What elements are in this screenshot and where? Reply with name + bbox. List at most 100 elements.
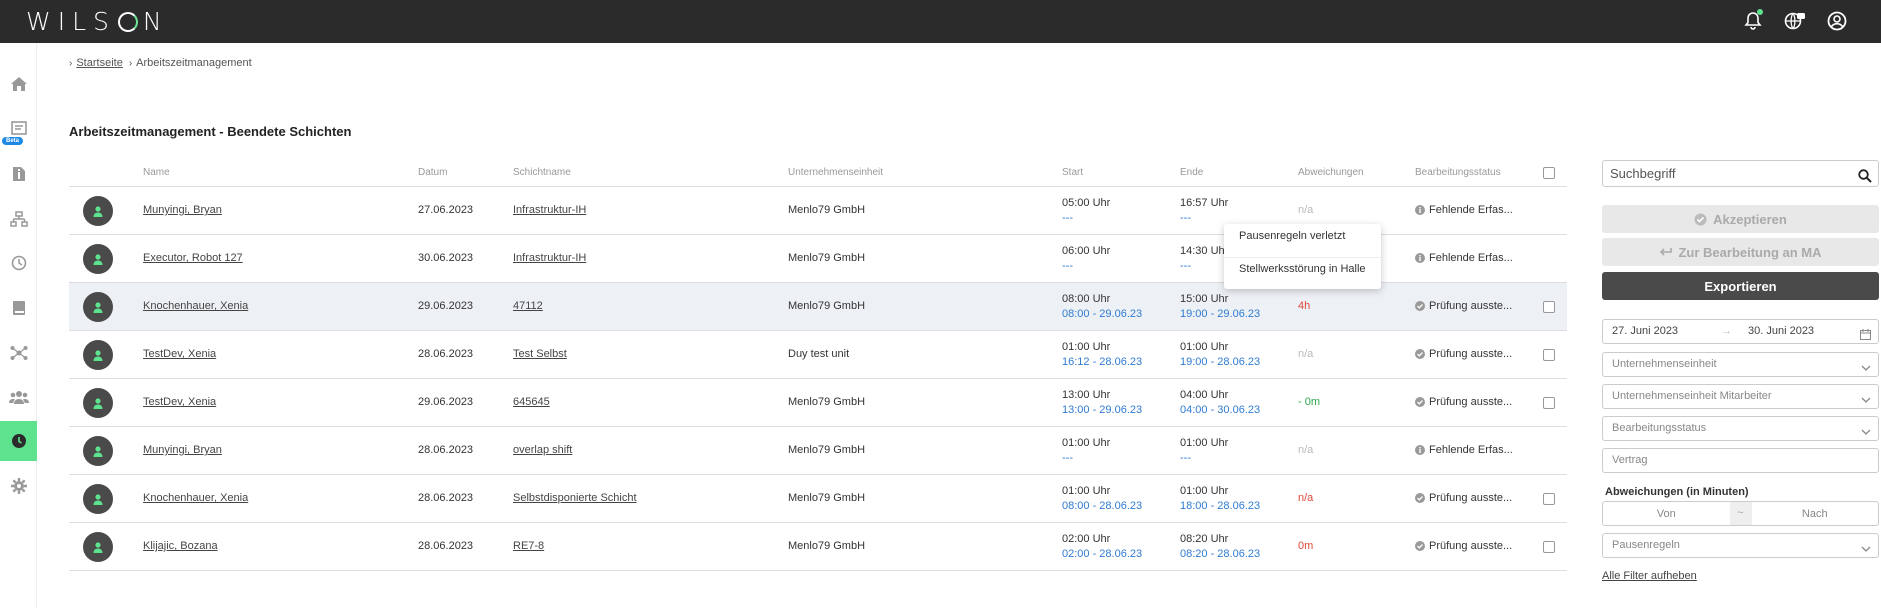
von-input[interactable]: Von (1603, 508, 1730, 520)
company-unit: Duy test unit (788, 348, 850, 360)
shift-date: 28.06.2023 (418, 540, 474, 552)
employee-name-link[interactable]: TestDev, Xenia (143, 396, 216, 408)
user-icon (93, 205, 103, 217)
avatar (83, 436, 113, 466)
nach-input[interactable]: Nach (1752, 508, 1879, 520)
processing-status: Prüfung ausste... (1415, 300, 1512, 312)
shift-name-link[interactable]: Selbstdisponierte Schicht (513, 492, 637, 504)
export-button[interactable]: Exportieren (1602, 272, 1879, 300)
row-checkbox[interactable] (1543, 397, 1555, 409)
wilson-logo[interactable]: WILS N (26, 7, 169, 36)
popup-item-pausenregeln[interactable]: Pausenregeln verletzt (1239, 230, 1345, 242)
deviation-value[interactable]: n/a (1298, 492, 1313, 504)
settings-icon[interactable] (0, 466, 37, 506)
vertrag-input[interactable]: Vertrag (1602, 448, 1879, 473)
shift-name-link[interactable]: 645645 (513, 396, 550, 408)
employee-name-link[interactable]: Munyingi, Bryan (143, 204, 222, 216)
shift-name-link[interactable]: Infrastruktur-IH (513, 204, 586, 216)
top-bar: WILS N (0, 0, 1881, 43)
users-icon[interactable] (0, 377, 37, 417)
clock-icon[interactable] (0, 243, 37, 283)
select-all-checkbox[interactable] (1543, 167, 1555, 179)
date-to[interactable]: 30. Juni 2023 (1748, 320, 1814, 343)
col-name[interactable]: Name (143, 167, 170, 178)
table-row[interactable]: Knochenhauer, Xenia 29.06.2023 47112 Menlo7… (69, 283, 1567, 331)
date-from[interactable]: 27. Juni 2023 (1612, 325, 1678, 337)
row-checkbox[interactable] (1543, 493, 1555, 505)
employee-name-link[interactable]: Knochenhauer, Xenia (143, 492, 248, 504)
breadcrumb-home-link[interactable]: Startseite (76, 57, 122, 69)
deviation-value[interactable]: n/a (1298, 348, 1313, 360)
org-chart-icon[interactable] (0, 199, 37, 239)
table-row[interactable]: Munyingi, Bryan 28.06.2023 overlap shift Me… (69, 427, 1567, 475)
row-checkbox[interactable] (1543, 541, 1555, 553)
chevron-down-icon (1861, 359, 1871, 382)
home-icon[interactable] (0, 64, 37, 104)
bell-icon[interactable] (1739, 7, 1767, 35)
shift-date: 28.06.2023 (418, 348, 474, 360)
clear-all-filters-link[interactable]: Alle Filter aufheben (1602, 570, 1697, 582)
shift-name-link[interactable]: overlap shift (513, 444, 572, 456)
table-row[interactable]: TestDev, Xenia 28.06.2023 Test Selbst Duy t… (69, 331, 1567, 379)
popup-item-stellwerk[interactable]: Stellwerksstörung in Halle (1239, 263, 1366, 275)
pausenregeln-select[interactable]: Pausenregeln (1602, 533, 1879, 558)
calendar-icon[interactable] (1860, 326, 1871, 349)
user-account-icon[interactable] (1823, 7, 1851, 35)
book-icon[interactable] (0, 288, 37, 328)
col-unternehmenseinheit[interactable]: Unternehmenseinheit (788, 167, 883, 178)
unternehmenseinheit-mitarbeiter-select[interactable]: Unternehmenseinheit Mitarbeiter (1602, 384, 1879, 409)
row-checkbox[interactable] (1543, 301, 1555, 313)
shift-name-link[interactable]: Infrastruktur-IH (513, 252, 586, 264)
avatar (83, 532, 113, 562)
deviation-value[interactable]: - 0m (1298, 396, 1320, 408)
search-icon[interactable] (1858, 166, 1872, 191)
search-input[interactable]: Suchbegriff (1602, 160, 1879, 187)
company-unit: Menlo79 GmbH (788, 540, 866, 552)
table-row[interactable]: Knochenhauer, Xenia 28.06.2023 Selbstdispo… (69, 475, 1567, 523)
table-row[interactable]: Klijajic, Bozana 28.06.2023 RE7-8 Menlo79 G… (69, 523, 1567, 571)
deviation-value[interactable]: n/a (1298, 204, 1313, 216)
deviation-value[interactable]: 4h (1298, 300, 1310, 312)
employee-name-link[interactable]: Munyingi, Bryan (143, 444, 222, 456)
col-abweichungen[interactable]: Abweichungen (1298, 167, 1364, 178)
shift-date: 30.06.2023 (418, 252, 474, 264)
send-to-employee-button[interactable]: Zur Bearbeitung an MA (1602, 238, 1879, 266)
employee-name-link[interactable]: Executor, Robot 127 (143, 252, 243, 264)
bearbeitungsstatus-select[interactable]: Bearbeitungsstatus (1602, 416, 1879, 441)
processing-status: Fehlende Erfas... (1415, 204, 1513, 216)
employee-name-link[interactable]: TestDev, Xenia (143, 348, 216, 360)
date-range-picker[interactable]: 27. Juni 2023 → 30. Juni 2023 (1602, 319, 1879, 344)
avatar (83, 292, 113, 322)
user-icon (93, 445, 103, 457)
beta-badge: Beta (2, 137, 24, 145)
col-bearbeitungsstatus[interactable]: Bearbeitungsstatus (1415, 167, 1501, 178)
employee-name-link[interactable]: Knochenhauer, Xenia (143, 300, 248, 312)
col-start[interactable]: Start (1062, 167, 1083, 178)
time-management-icon[interactable] (0, 421, 37, 461)
network-icon[interactable] (0, 333, 37, 373)
check-circle-icon (1415, 349, 1425, 359)
shift-date: 28.06.2023 (418, 492, 474, 504)
unternehmenseinheit-select[interactable]: Unternehmenseinheit (1602, 352, 1879, 377)
info-icon[interactable] (0, 154, 37, 194)
globe-chat-icon[interactable] (1781, 7, 1809, 35)
breadcrumb-current: Arbeitszeitmanagement (136, 57, 252, 69)
end-time: 08:20 Uhr 08:20 - 28.06.23 (1180, 533, 1261, 560)
col-datum[interactable]: Datum (418, 167, 447, 178)
employee-name-link[interactable]: Klijajic, Bozana (143, 540, 218, 552)
deviation-value[interactable]: 0m (1298, 540, 1313, 552)
col-schichtname[interactable]: Schichtname (513, 167, 571, 178)
accept-button[interactable]: Akzeptieren (1602, 205, 1879, 233)
abweichungen-range: Von ~ Nach (1602, 501, 1879, 526)
start-time: 06:00 Uhr --- (1062, 245, 1111, 272)
dashboard-icon[interactable]: Beta (0, 109, 37, 149)
table-row[interactable]: TestDev, Xenia 29.06.2023 645645 Menlo79 Gm… (69, 379, 1567, 427)
deviation-value[interactable]: n/a (1298, 444, 1313, 456)
shift-name-link[interactable]: 47112 (513, 300, 543, 312)
col-ende[interactable]: Ende (1180, 167, 1203, 178)
shift-name-link[interactable]: RE7-8 (513, 540, 544, 552)
start-time: 01:00 Uhr 16:12 - 28.06.23 (1062, 341, 1143, 368)
row-checkbox[interactable] (1543, 349, 1555, 361)
start-time: 02:00 Uhr 02:00 - 28.06.23 (1062, 533, 1143, 560)
shift-name-link[interactable]: Test Selbst (513, 348, 567, 360)
